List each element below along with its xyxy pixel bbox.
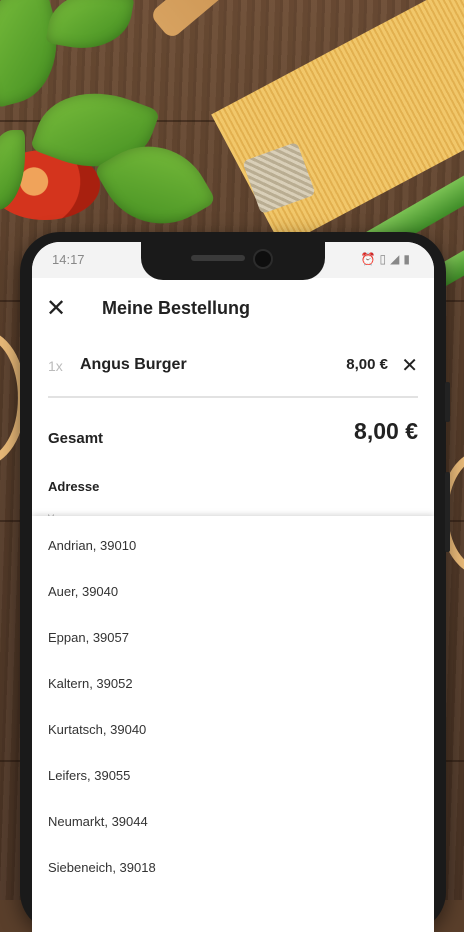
item-quantity: 1x	[48, 358, 63, 374]
city-option[interactable]: Siebeneich, 39018	[48, 860, 156, 875]
page-title: Meine Bestellung	[102, 298, 251, 318]
close-icon[interactable]: ✕	[46, 294, 66, 324]
speaker-grille	[191, 255, 245, 261]
volume-button	[445, 382, 450, 422]
power-button	[445, 472, 450, 552]
divider	[48, 396, 418, 398]
city-dropdown-list[interactable]: Andrian, 39010 Auer, 39040 Eppan, 39057 …	[32, 516, 434, 932]
city-option[interactable]: Auer, 39040	[48, 584, 118, 599]
city-option[interactable]: Kurtatsch, 39040	[48, 722, 146, 737]
front-camera	[253, 249, 273, 269]
camera-notch	[141, 242, 325, 280]
battery-icon: ▮	[403, 252, 414, 266]
item-price: 8,00 €	[346, 356, 388, 373]
order-header: ✕ Meine Bestellung	[32, 290, 434, 336]
city-option[interactable]: Eppan, 39057	[48, 630, 129, 645]
city-option[interactable]: Kaltern, 39052	[48, 676, 133, 691]
alarm-icon: ⏰	[360, 252, 380, 266]
item-name: Angus Burger	[80, 356, 187, 373]
status-icons: ⏰▯◢▮	[361, 252, 414, 266]
total-label: Gesamt	[48, 430, 104, 447]
phone-frame: 14:17 ⏰▯◢▮ ✕ Meine Bestellung 1x Angus B…	[20, 232, 450, 932]
total-value: 8,00 €	[354, 418, 418, 444]
vibrate-icon: ▯	[379, 252, 391, 266]
remove-item-icon[interactable]: ✕	[401, 353, 418, 378]
wooden-spoon	[149, 0, 371, 41]
address-heading: Adresse	[48, 479, 100, 494]
city-option[interactable]: Andrian, 39010	[48, 538, 136, 553]
city-option[interactable]: Neumarkt, 39044	[48, 814, 148, 829]
app-screen: 14:17 ⏰▯◢▮ ✕ Meine Bestellung 1x Angus B…	[32, 242, 434, 932]
status-time: 14:17	[52, 252, 85, 267]
signal-icon: ◢	[390, 252, 404, 266]
city-option[interactable]: Leifers, 39055	[48, 768, 130, 783]
basil-leaf	[45, 0, 135, 57]
order-item-row: 1x Angus Burger 8,00 € ✕	[32, 352, 434, 382]
